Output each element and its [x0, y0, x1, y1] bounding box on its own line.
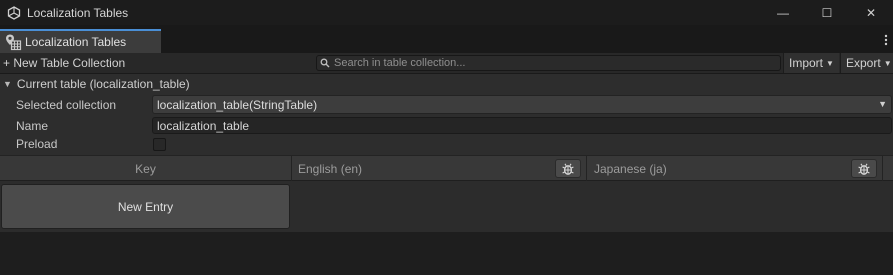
locale-inspector-button-en[interactable]: [555, 159, 581, 178]
name-label: Name: [16, 119, 49, 133]
preload-label: Preload: [16, 137, 58, 151]
minimize-button[interactable]: —: [761, 0, 805, 25]
localization-tables-icon: [6, 34, 22, 51]
maximize-button[interactable]: ☐: [805, 0, 849, 25]
import-label: Import: [789, 56, 824, 70]
import-dropdown[interactable]: Import ▼: [783, 53, 839, 73]
column-header-english[interactable]: English (en): [292, 156, 587, 182]
chevron-down-icon: ▼: [826, 58, 834, 68]
window-title: Localization Tables: [27, 5, 129, 20]
new-entry-button[interactable]: New Entry: [1, 184, 290, 229]
selected-collection-label: Selected collection: [16, 98, 117, 112]
current-table-foldout[interactable]: ▼ Current table (localization_table): [3, 77, 190, 91]
current-table-header: Current table (localization_table): [16, 77, 190, 91]
chevron-down-icon: ▼: [878, 99, 887, 109]
chevron-down-icon: ▼: [883, 58, 892, 68]
empty-area: [0, 232, 893, 275]
tab-strip: Localization Tables: [0, 25, 893, 53]
preload-checkbox[interactable]: [153, 138, 166, 151]
table-body: New Entry: [0, 181, 893, 232]
search-field[interactable]: [316, 55, 781, 71]
toolbar: + New Table Collection Import ▼ Export ▼: [0, 53, 893, 74]
foldout-arrow-icon: ▼: [3, 79, 12, 89]
search-icon: [320, 58, 330, 68]
tab-label: Localization Tables: [25, 35, 127, 49]
locale-bug-icon: [562, 163, 574, 175]
locale-inspector-button-ja[interactable]: [851, 159, 877, 178]
close-button[interactable]: ✕: [849, 0, 893, 25]
column-header-japanese[interactable]: Japanese (ja): [587, 156, 883, 182]
table-header: Key English (en) Japanese (ja): [0, 155, 893, 182]
current-table-section: ▼ Current table (localization_table) Sel…: [0, 74, 893, 155]
locale-bug-icon: [858, 163, 870, 175]
search-input[interactable]: [334, 57, 774, 69]
unity-cube-icon: [7, 5, 21, 20]
window-titlebar: Localization Tables — ☐ ✕: [0, 0, 893, 25]
window-controls: — ☐ ✕: [761, 0, 893, 25]
tab-localization-tables[interactable]: Localization Tables: [0, 29, 161, 53]
selected-collection-value: localization_table(StringTable): [157, 97, 318, 112]
column-header-key[interactable]: Key: [0, 156, 292, 182]
more-options-icon[interactable]: [884, 34, 888, 46]
new-table-collection-button[interactable]: + New Table Collection: [0, 53, 135, 73]
name-field[interactable]: localization_table: [152, 117, 892, 134]
export-dropdown[interactable]: Export ▼: [840, 53, 893, 73]
export-label: Export: [846, 56, 881, 70]
selected-collection-dropdown[interactable]: localization_table(StringTable) ▼: [152, 95, 892, 114]
